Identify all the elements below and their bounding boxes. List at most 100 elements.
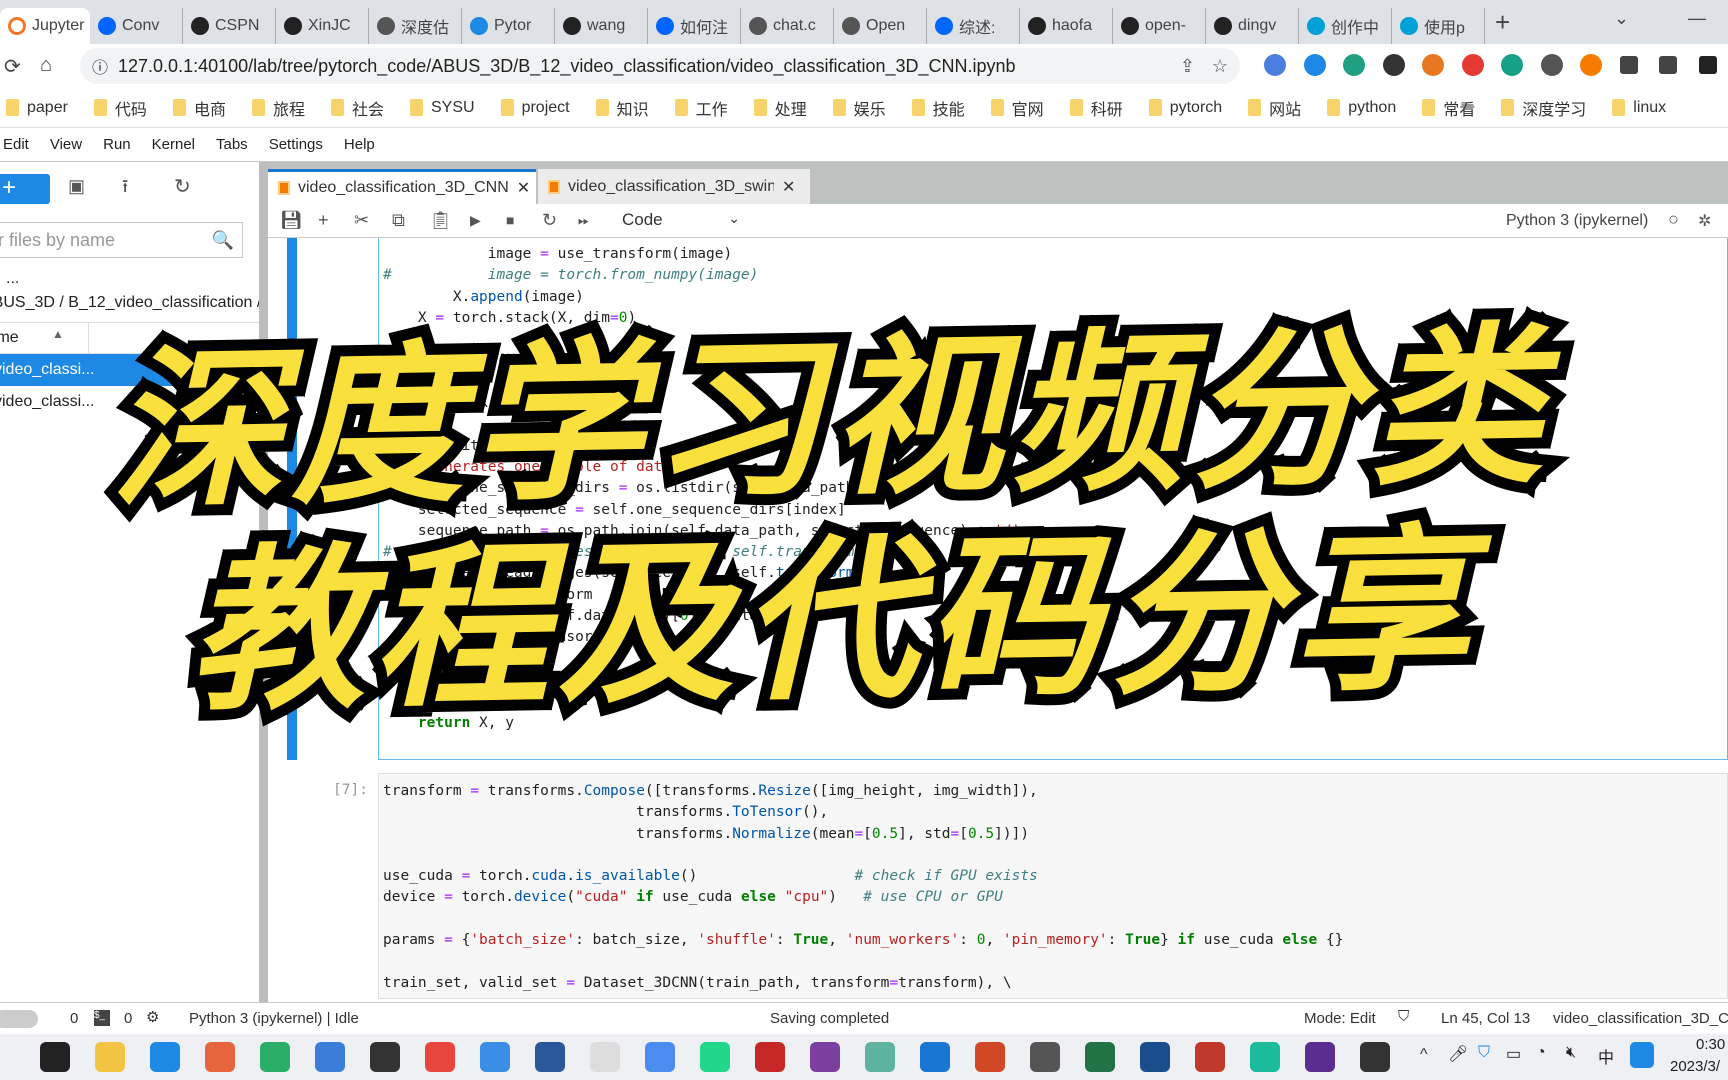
bookmark-18[interactable]: 深度学习 (1501, 96, 1586, 120)
simple-mode-toggle[interactable] (0, 1010, 38, 1028)
column-header[interactable]: Name ▲ (0, 322, 259, 354)
sort-ascending-icon[interactable]: ▲ (52, 327, 64, 341)
extension-diamond-icon[interactable] (1264, 54, 1286, 76)
bookmark-1[interactable]: 代码 (93, 96, 147, 120)
browser-tab[interactable]: haofa (1020, 8, 1113, 44)
minimize-icon[interactable]: — (1688, 8, 1706, 29)
dictionary-icon[interactable] (590, 1042, 620, 1072)
puzzle-icon[interactable] (1619, 56, 1638, 74)
globe-icon[interactable] (865, 1042, 895, 1072)
star-icon[interactable]: ☆ (1212, 56, 1228, 77)
bookmark-0[interactable]: paper (6, 99, 68, 117)
browser-tab[interactable]: 创作中 (1299, 8, 1392, 44)
menu-kernel[interactable]: Kernel (152, 136, 195, 153)
chrome-icon[interactable] (425, 1042, 455, 1072)
tab-video-classification-3d-cnn[interactable]: video_classification_3D_CNN ✕ (268, 169, 536, 204)
browser-tab[interactable]: 深度估 (369, 8, 462, 44)
volume-icon[interactable]: 🔇︎ (1566, 1044, 1576, 1062)
adblock-icon[interactable] (1461, 54, 1484, 76)
kernel-count[interactable]: 0 (124, 1010, 132, 1027)
refresh-icon[interactable]: ↻ (174, 174, 191, 199)
bookmark-13[interactable]: 科研 (1069, 96, 1123, 120)
filter-files-input[interactable]: Filter files by name 🔍 (0, 222, 243, 258)
bookmark-9[interactable]: 处理 (753, 96, 807, 120)
new-folder-icon[interactable]: ▣ (68, 176, 85, 197)
wechat-icon[interactable] (260, 1042, 290, 1072)
tab-search-chevron-icon[interactable]: ⌄ (1614, 8, 1629, 29)
stop-icon[interactable]: ■ (506, 212, 514, 228)
upload-icon[interactable]: ⭱ (122, 174, 128, 204)
bookmark-6[interactable]: project (500, 99, 570, 117)
feather-icon[interactable] (150, 1042, 180, 1072)
paste-icon[interactable]: 📋︎ (429, 210, 452, 231)
restart-icon[interactable]: ↻ (542, 210, 557, 231)
app-icon[interactable] (920, 1042, 950, 1072)
security-icon[interactable]: ⛉ (1478, 1044, 1490, 1062)
browser-tab[interactable]: Jupyter✕ (0, 8, 90, 44)
browser-tab[interactable]: open- (1113, 8, 1206, 44)
bookmark-3[interactable]: 旅程 (251, 96, 305, 120)
shield-icon[interactable]: ⛉ (1398, 1008, 1409, 1025)
close-icon[interactable]: ✕ (782, 177, 795, 197)
browser-tab[interactable]: 如何注 (648, 8, 741, 44)
bookmark-5[interactable]: SYSU (409, 99, 475, 117)
terminal-count[interactable]: 0 (70, 1010, 78, 1027)
reading-list-icon[interactable] (1659, 56, 1677, 74)
clock-time[interactable]: 0:30 (1696, 1036, 1725, 1053)
run-icon[interactable]: ▶ (470, 212, 481, 229)
copy-icon[interactable]: ⧉ (392, 210, 405, 231)
kernel-status[interactable]: Python 3 (ipykernel) | Idle (189, 1010, 359, 1027)
home-icon[interactable]: ⌂ (40, 54, 52, 77)
excel-icon[interactable] (1085, 1042, 1115, 1072)
remote-desktop-icon[interactable] (315, 1042, 345, 1072)
info-icon[interactable]: ⓘ (92, 54, 108, 78)
sidebar-splitter[interactable] (259, 162, 268, 1002)
browser-tab[interactable]: chat.c (741, 8, 834, 44)
browser-tab[interactable]: Pytor (462, 8, 555, 44)
word-icon[interactable] (535, 1042, 565, 1072)
browser-tab[interactable]: Conv (90, 8, 183, 44)
extension-firefox-icon[interactable] (1422, 54, 1444, 76)
menu-settings[interactable]: Settings (269, 136, 323, 153)
visual-studio-icon[interactable] (1305, 1042, 1335, 1072)
bookmark-4[interactable]: 社会 (330, 96, 384, 120)
extension-v-icon[interactable] (1343, 54, 1365, 76)
zy-icon[interactable] (1195, 1042, 1225, 1072)
terminal-icon[interactable] (370, 1042, 400, 1072)
powerpoint-icon[interactable] (975, 1042, 1005, 1072)
reload-icon[interactable]: ⟳ (4, 54, 21, 79)
lightbulb-icon[interactable] (1540, 54, 1563, 76)
bookmark-12[interactable]: 官网 (990, 96, 1044, 120)
menu-edit[interactable]: Edit (3, 136, 29, 153)
clock-date[interactable]: 2023/3/ (1670, 1058, 1720, 1075)
save-icon[interactable]: 💾︎ (280, 210, 303, 231)
microphone-icon[interactable]: 🎤︎ (1448, 1044, 1468, 1064)
browser-tab[interactable]: wang (555, 8, 648, 44)
add-cell-icon[interactable]: + (318, 210, 329, 231)
browser-tab[interactable]: 使用p (1392, 8, 1485, 44)
share-icon[interactable]: ⇪ (1180, 56, 1195, 77)
mode-indicator[interactable]: Mode: Edit (1304, 1010, 1376, 1027)
menu-tabs[interactable]: Tabs (216, 136, 248, 153)
dell-icon[interactable] (40, 1042, 70, 1072)
file-explorer-icon[interactable] (95, 1042, 125, 1072)
bookmark-14[interactable]: pytorch (1148, 99, 1222, 117)
url-field[interactable]: ⓘ 127.0.0.1:40100/lab/tree/pytorch_code/… (80, 48, 1240, 84)
bilibili-icon[interactable] (1360, 1042, 1390, 1072)
code-cell[interactable]: transform = transforms.Compose([transfor… (378, 773, 1728, 999)
chevron-up-icon[interactable]: ^ (1420, 1046, 1428, 1064)
cut-icon[interactable]: ✂ (354, 210, 369, 231)
fast-forward-icon[interactable]: ⏩︎ (578, 212, 589, 229)
extension-wave-icon[interactable] (1303, 54, 1326, 76)
bookmark-15[interactable]: 网站 (1248, 96, 1301, 120)
xmind-icon[interactable] (1030, 1042, 1060, 1072)
photos-icon[interactable] (480, 1042, 510, 1072)
cell-type-select[interactable]: Code ⌄ (622, 210, 740, 230)
snail-icon[interactable] (205, 1042, 235, 1072)
bookmark-16[interactable]: python (1327, 99, 1396, 117)
browser-tab[interactable]: 综述: (927, 8, 1020, 44)
browser-tab[interactable]: Open (834, 8, 927, 44)
bookmark-8[interactable]: 工作 (674, 96, 728, 120)
bookmark-19[interactable]: linux (1612, 99, 1666, 117)
bookmark-11[interactable]: 技能 (911, 96, 965, 120)
